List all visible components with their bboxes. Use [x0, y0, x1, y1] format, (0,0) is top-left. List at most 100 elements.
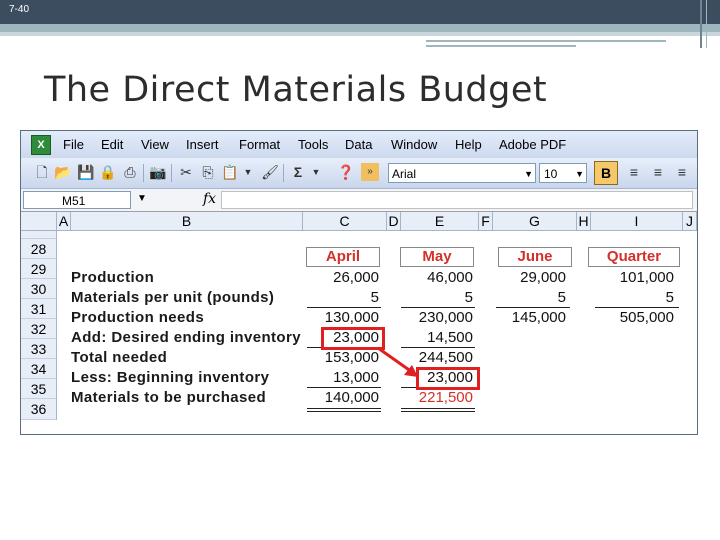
slide-header-bar: 7-40	[0, 0, 720, 24]
menu-data[interactable]: Data	[345, 137, 372, 152]
june-materials-per-unit: 5	[557, 289, 566, 306]
menu-file[interactable]: File	[63, 137, 84, 152]
help-icon[interactable]: ❓	[337, 163, 355, 181]
chevron-down-icon[interactable]: ▼	[524, 164, 533, 184]
decorative-line	[700, 0, 702, 48]
column-header-d[interactable]: D	[387, 212, 401, 231]
menu-help[interactable]: Help	[455, 137, 482, 152]
header-april: April	[306, 247, 380, 267]
label-materials-per-unit: Materials per unit (pounds)	[71, 289, 275, 306]
column-header-c[interactable]: C	[303, 212, 387, 231]
row-header-36[interactable]: 36	[21, 399, 57, 420]
permission-icon[interactable]: 🔒	[99, 163, 117, 181]
underline	[496, 307, 570, 308]
select-all-corner[interactable]	[21, 212, 57, 231]
column-header-a[interactable]: A	[57, 212, 71, 231]
april-beginning-inventory: 13,000	[333, 369, 379, 386]
menu-view[interactable]: View	[141, 137, 169, 152]
formula-input[interactable]	[221, 191, 693, 209]
label-desired-ending-inventory: Add: Desired ending inventory	[71, 329, 301, 346]
menu-adobe-pdf[interactable]: Adobe PDF	[499, 137, 566, 152]
decorative-line	[426, 40, 666, 42]
align-center-icon[interactable]: ≡	[649, 163, 667, 181]
align-right-icon[interactable]: ≡	[673, 163, 691, 181]
row-header-28[interactable]: 28	[21, 239, 57, 259]
menu-tools[interactable]: Tools	[298, 137, 328, 152]
april-materials-per-unit: 5	[370, 289, 379, 306]
format-painter-icon[interactable]: 🖌	[261, 163, 279, 181]
font-name-value: Arial	[392, 167, 417, 181]
double-underline	[307, 408, 381, 409]
label-total-needed: Total needed	[71, 349, 168, 366]
row-header-35[interactable]: 35	[21, 379, 57, 399]
column-header-g[interactable]: G	[493, 212, 577, 231]
april-production: 26,000	[333, 269, 379, 286]
menu-window[interactable]: Window	[391, 137, 437, 152]
paste-icon[interactable]: 📋	[221, 163, 239, 181]
double-underline	[401, 408, 475, 409]
research-icon[interactable]: 📷	[149, 163, 167, 181]
may-total-needed: 244,500	[418, 349, 473, 366]
column-header-h[interactable]: H	[577, 212, 591, 231]
menu-format[interactable]: Format	[239, 137, 280, 152]
row-header-partial[interactable]	[21, 231, 57, 239]
column-header-e[interactable]: E	[401, 212, 479, 231]
autosum-icon[interactable]: Σ	[289, 163, 307, 181]
header-june: June	[498, 247, 572, 267]
april-production-needs: 130,000	[324, 309, 379, 326]
row-header-31[interactable]: 31	[21, 299, 57, 319]
cut-icon[interactable]: ✂	[177, 163, 195, 181]
header-may: May	[400, 247, 474, 267]
row-header-32[interactable]: 32	[21, 319, 57, 339]
label-production: Production	[71, 269, 155, 286]
toolbar-options-icon[interactable]: »	[361, 163, 379, 181]
font-size-value: 10	[544, 167, 558, 181]
align-left-icon[interactable]: ≡	[625, 163, 643, 181]
may-materials-purchased: 221,500	[418, 389, 473, 406]
excel-app-icon[interactable]: X	[31, 135, 51, 155]
column-header-f[interactable]: F	[479, 212, 493, 231]
column-header-b[interactable]: B	[71, 212, 303, 231]
row-header-30[interactable]: 30	[21, 279, 57, 299]
font-size-select[interactable]: 10 ▼	[539, 163, 587, 183]
june-production-needs: 145,000	[511, 309, 566, 326]
header-stripe	[0, 24, 720, 32]
row-header-29[interactable]: 29	[21, 259, 57, 279]
may-desired-ending-inventory: 14,500	[427, 329, 473, 346]
toolbar-separator	[283, 164, 284, 182]
double-underline	[401, 411, 475, 412]
may-production-needs: 230,000	[418, 309, 473, 326]
chevron-down-icon[interactable]: ▼	[307, 163, 325, 181]
label-production-needs: Production needs	[71, 309, 205, 326]
underline	[307, 307, 381, 308]
bold-button[interactable]: B	[594, 161, 618, 185]
april-total-needed: 153,000	[324, 349, 379, 366]
copy-icon[interactable]: ⎘	[199, 163, 217, 181]
may-production: 46,000	[427, 269, 473, 286]
chevron-down-icon[interactable]: ▼	[239, 163, 257, 181]
underline	[595, 307, 679, 308]
column-header-j[interactable]: J	[683, 212, 697, 231]
toolbar-separator	[171, 164, 172, 182]
menu-insert[interactable]: Insert	[186, 137, 219, 152]
label-beginning-inventory: Less: Beginning inventory	[71, 369, 270, 386]
menu-bar: X File Edit View Insert Format Tools Dat…	[21, 131, 697, 158]
name-box[interactable]: M51	[23, 191, 131, 209]
menu-edit[interactable]: Edit	[101, 137, 123, 152]
decorative-line	[706, 0, 707, 48]
new-document-icon[interactable]: 🗋	[33, 163, 51, 181]
underline	[307, 387, 381, 388]
print-icon[interactable]: ⎙	[121, 163, 139, 181]
column-header-i[interactable]: I	[591, 212, 683, 231]
fx-icon[interactable]: fx	[203, 191, 216, 207]
open-folder-icon[interactable]: 📂	[54, 163, 72, 181]
quarter-production: 101,000	[619, 269, 674, 286]
save-icon[interactable]: 💾	[77, 163, 95, 181]
row-header-34[interactable]: 34	[21, 359, 57, 379]
header-quarter: Quarter	[588, 247, 680, 267]
chevron-down-icon[interactable]: ▼	[575, 164, 584, 184]
font-name-select[interactable]: Arial ▼	[388, 163, 536, 183]
april-materials-purchased: 140,000	[324, 389, 379, 406]
chevron-down-icon[interactable]: ▼	[137, 193, 147, 204]
row-header-33[interactable]: 33	[21, 339, 57, 359]
